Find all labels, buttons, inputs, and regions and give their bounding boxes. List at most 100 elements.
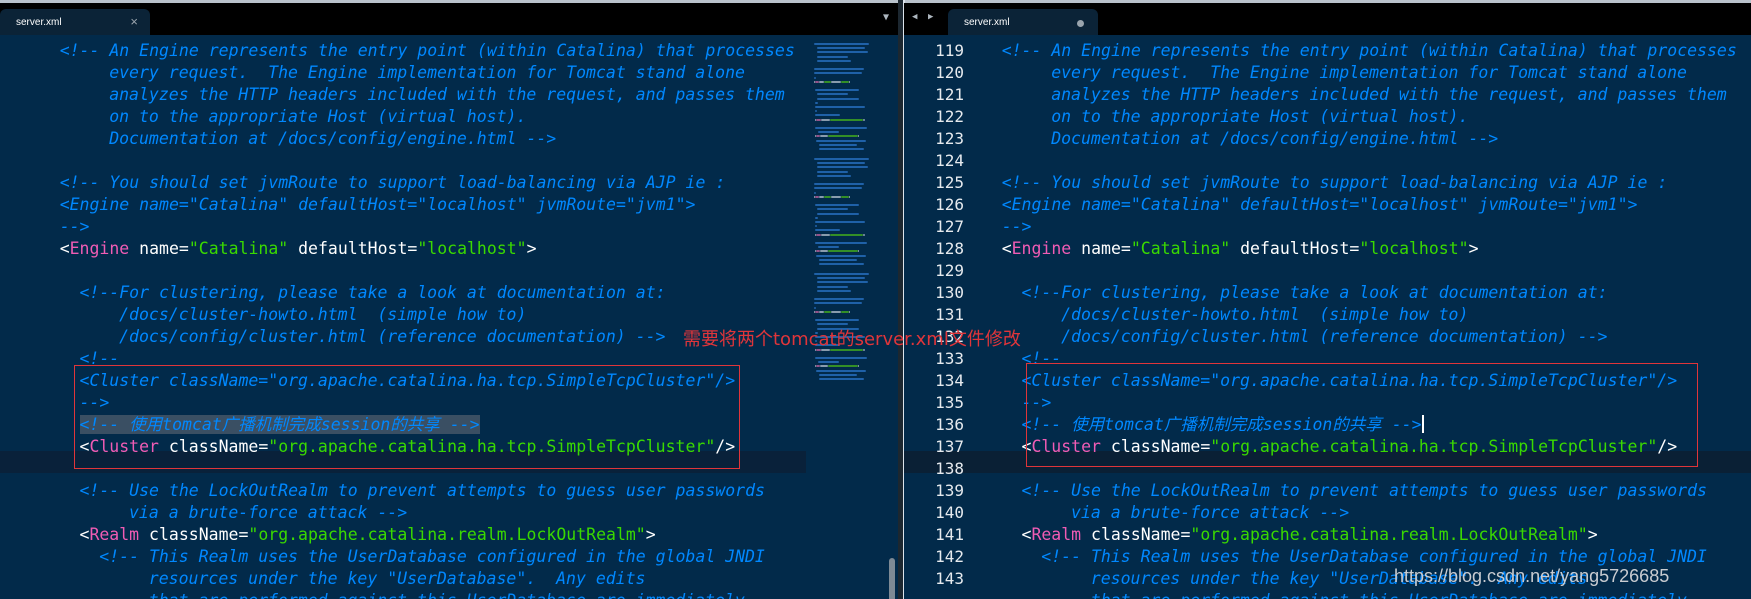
code-text: --> [1002,216,1032,238]
annotation-text: 需要将两个tomcat的server.xml文件修改 [683,329,1021,350]
forward-arrow-icon[interactable]: ▶ [928,12,933,22]
code-token: analyzes the HTTP headers included with … [109,85,785,104]
line-number: 122 [935,107,964,126]
code-text: <!-- Use the LockOutRealm to prevent att… [1022,480,1707,502]
code-text: <Realm className="org.apache.catalina.re… [80,524,656,546]
minimap-line [817,212,859,215]
back-arrow-icon[interactable]: ◀ [912,12,917,22]
left-editor-pane[interactable]: server.xml × ▼ <!-- An Engine represents… [0,3,898,599]
code-text: Documentation at /docs/config/engine.htm… [109,128,556,150]
code-token: /docs/config/cluster.html (reference doc… [119,327,666,346]
minimap-line [816,170,849,173]
minimap-line [816,289,851,292]
minimap-line [813,76,817,79]
code-token: > [526,239,537,258]
code-text: resources under the key "UserDatabase". … [149,568,646,590]
minimap-line [817,97,859,100]
code-token: via a brute-force attack --> [129,503,408,522]
vertical-scrollbar-thumb[interactable] [889,558,895,599]
highlight-box-right [1026,363,1698,467]
minimap-line [816,174,851,177]
minimap-line [816,47,865,50]
unsaved-dot-icon[interactable] [1077,20,1084,27]
code-token: analyzes the HTTP headers included with … [1051,85,1727,104]
minimap-line [816,162,865,165]
code-text: via a brute-force attack --> [1071,502,1349,524]
code-text: on to the appropriate Host (virtual host… [1051,106,1468,128]
line-number: 141 [935,525,964,544]
code-token: <!-- Use the LockOutRealm to prevent att… [79,481,765,500]
code-text: /docs/cluster-howto.html (simple how to) [119,304,526,326]
code-text: analyzes the HTTP headers included with … [109,84,785,106]
line-number: 143 [935,569,964,588]
tab-title: server.xml [16,17,62,28]
minimap-line [819,373,857,376]
code-text: <!-- You should set jvmRoute to support … [1002,172,1668,194]
code-token: via a brute-force attack --> [1071,503,1350,522]
minimap-line [816,281,868,284]
minimap-line [813,302,862,305]
code-text: <Engine name="Catalina" defaultHost="loc… [60,238,537,260]
line-number: 119 [935,41,964,60]
code-token: Documentation at /docs/config/engine.htm… [1051,129,1499,148]
code-text: /docs/config/cluster.html (reference doc… [119,326,665,348]
minimap-line [815,110,818,113]
code-token: < [1001,239,1012,258]
code-text: <!-- Use the LockOutRealm to prevent att… [80,480,765,502]
line-number: 127 [935,217,964,236]
line-number: 123 [935,129,964,148]
line-number: 126 [935,195,964,214]
minimap-line [828,365,858,368]
minimap-line [828,250,858,253]
minimap-line [863,233,865,236]
line-number: 135 [935,393,964,412]
minimap-line [813,306,817,309]
code-token: --> [59,217,90,236]
code-token: /docs/cluster-howto.html (simple how to) [1061,305,1469,324]
right-editor-pane[interactable]: ◀ ▶ server.xml 119 <!-- An Engine represe… [904,3,1751,599]
minimap-line [817,93,849,96]
minimap-line [858,135,859,138]
code-text: --> [60,216,90,238]
code-token: > [1587,525,1598,544]
minimap-line [841,195,850,198]
code-token: "localhost" [1359,239,1469,258]
tab-server-xml-right[interactable]: server.xml [948,9,1098,35]
code-token: defaultHost= [1230,239,1360,258]
code-token: name= [129,239,189,258]
minimap-line [816,139,867,142]
code-text: via a brute-force attack --> [129,502,407,524]
minimap-line [816,277,865,280]
minimap-line [813,68,865,71]
code-text: <!--For clustering, please take a look a… [80,282,666,304]
code-token: Realm [89,525,140,544]
code-token: <!-- You should set jvmRoute to support … [1001,173,1668,192]
code-token: < [79,525,90,544]
code-token: < [59,239,70,258]
line-number: 121 [935,85,964,104]
minimap-line [815,89,860,92]
minimap-line [823,195,832,198]
watermark: https://blog.csdn.net/yang5726685 [1394,566,1670,586]
code-token: > [1468,239,1479,258]
minimap-line [815,204,860,207]
chevron-down-icon[interactable]: ▼ [883,12,889,23]
minimap-line [858,365,859,368]
minimap-line [831,195,842,198]
minimap-line [815,319,860,322]
tab-server-xml-left[interactable]: server.xml × [0,9,150,35]
code-text: every request. The Engine implementation… [109,62,745,84]
minimap-line [831,310,842,313]
line-number: 128 [935,239,964,258]
code-token: /docs/config/cluster.html (reference doc… [1061,327,1608,346]
code-token: every request. The Engine implementation… [1051,63,1687,82]
code-token: on to the appropriate Host (virtual host… [1051,107,1469,126]
line-number: 120 [935,63,964,82]
code-text: <!-- You should set jvmRoute to support … [60,172,726,194]
code-token: className= [1081,525,1191,544]
code-token: every request. The Engine implementation… [109,63,745,82]
close-icon[interactable]: × [130,14,138,29]
minimap-line [828,135,858,138]
minimap-line [815,242,867,244]
code-text: <!-- An Engine represents the entry poin… [60,40,795,62]
